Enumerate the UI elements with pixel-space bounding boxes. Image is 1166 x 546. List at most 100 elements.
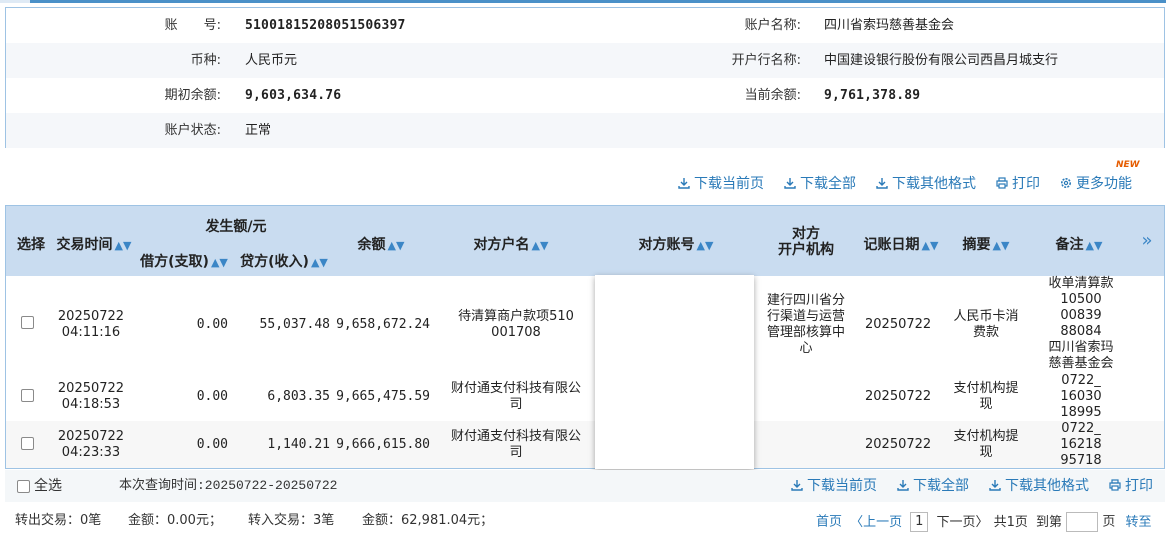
download-all-link[interactable]: 下载全部: [784, 174, 856, 194]
row-remark-line1: 收单清算款: [1048, 276, 1114, 291]
col-select: 选择: [17, 237, 45, 253]
opening-balance-label: 期初余额:: [164, 88, 221, 103]
footer-download-all-link[interactable]: 下载全部: [897, 476, 969, 496]
row-counterparty-bank: 建行四川省分 行渠道与运营 管理部核算中 心: [758, 293, 854, 357]
account-info-panel: 账 号: 51001815208051506397 账户名称: 四川省索玛慈善基…: [5, 7, 1165, 148]
row-checkbox[interactable]: [21, 389, 34, 402]
in-count-text: 转入交易：3笔: [248, 513, 335, 528]
more-functions-link[interactable]: 更多功能: [1060, 174, 1132, 194]
info-row-balance: 期初余额: 9,603,634.76 当前余额: 9,761,378.89: [6, 78, 1164, 113]
footer-download-other-link[interactable]: 下载其他格式: [989, 476, 1089, 496]
col-summary[interactable]: 摘要 ▲▼: [961, 234, 1011, 254]
print-link[interactable]: 打印: [996, 174, 1040, 194]
col-credit-label: 贷方(收入): [240, 254, 309, 270]
row-summary-line2: 现: [979, 397, 993, 412]
sort-icon: ▲▼: [921, 239, 939, 252]
row-bank-line4: 心: [799, 341, 813, 356]
row-bank-line1: 建行四川省分: [766, 293, 845, 308]
row-credit: 1,140.21: [267, 437, 330, 452]
row-counterparty-name-line1: 财付通支付科技有限公: [450, 381, 581, 396]
row-summary: 人民币卡消 费款: [946, 309, 1026, 341]
info-row-currency: 币种: 人民币元 开户行名称: 中国建设银行股份有限公司西昌月城支行: [6, 43, 1164, 78]
pager: 首页 〈上一页 1 下一页〉 共1页 到第 页 转至: [816, 512, 1152, 532]
row-time-text: 04:18:53: [61, 397, 121, 412]
transactions-table: 选择 交易时间 ▲▼ 发生额/元 借方(支取) ▲▼ 贷方(收入) ▲▼ 余额 ▲▼ 对…: [5, 205, 1165, 469]
total-pages-text: 共1页: [993, 514, 1028, 530]
col-counterparty-name[interactable]: 对方户名 ▲▼: [466, 234, 556, 254]
goto-button[interactable]: 转至: [1125, 515, 1151, 530]
footer-print-link[interactable]: 打印: [1109, 476, 1153, 496]
current-balance-label: 当前余额:: [744, 88, 801, 103]
prev-page-link[interactable]: 〈上一页: [850, 515, 902, 530]
download-page-label: 下载当前页: [694, 176, 764, 192]
row-credit: 6,803.35: [267, 389, 330, 404]
col-counterparty-account[interactable]: 对方账号 ▲▼: [631, 234, 721, 254]
in-amount-text: 金额：62,981.04元；: [362, 513, 494, 528]
bank-value: 中国建设银行股份有限公司西昌月城支行: [824, 53, 1059, 68]
first-page-link[interactable]: 首页: [816, 515, 842, 530]
row-time: 20250722 04:18:53: [56, 381, 126, 413]
opening-balance-value: 9,603,634.76: [245, 88, 342, 103]
redaction-overlay: [595, 275, 754, 469]
row-counterparty-name: 待清算商户款项510 001708: [446, 309, 586, 341]
new-badge: NEW: [1116, 160, 1140, 170]
row-summary-line1: 人民币卡消: [953, 309, 1019, 324]
col-balance-label: 余额: [357, 237, 386, 253]
account-no-value: 51001815208051506397: [245, 18, 406, 33]
scroll-right-arrow-icon[interactable]: »: [1134, 230, 1160, 251]
table-header: 选择 交易时间 ▲▼ 发生额/元 借方(支取) ▲▼ 贷方(收入) ▲▼ 余额 ▲▼ 对…: [6, 206, 1164, 276]
col-summary-label: 摘要: [962, 237, 991, 253]
top-tab-stub: [0, 0, 30, 3]
col-counterparty-bank-line1: 对方: [792, 226, 820, 242]
row-remark-line2: 10500: [1060, 292, 1102, 307]
download-icon: [989, 480, 1001, 491]
download-icon: [678, 178, 690, 189]
account-name-value: 四川省索玛慈善基金会: [824, 18, 955, 33]
row-remark-line6: 慈善基金会: [1048, 356, 1114, 371]
row-credit: 55,037.48: [259, 317, 330, 332]
col-counterparty-bank-line2: 开户机构: [778, 242, 834, 258]
footer-download-all-label: 下载全部: [913, 478, 969, 494]
row-post-date: 20250722: [865, 389, 932, 404]
col-credit[interactable]: 贷方(收入) ▲▼: [239, 251, 329, 271]
col-debit[interactable]: 借方(支取) ▲▼: [139, 251, 229, 271]
sort-icon: ▲▼: [992, 239, 1010, 252]
col-remark-label: 备注: [1055, 237, 1084, 253]
row-summary-line1: 支付机构提: [953, 381, 1019, 396]
row-time-text: 04:11:16: [61, 325, 121, 340]
col-counterparty-bank: 对方 开户机构: [761, 226, 851, 258]
col-remark[interactable]: 备注 ▲▼: [1054, 234, 1104, 254]
gear-icon: [1061, 178, 1071, 188]
col-balance[interactable]: 余额 ▲▼: [351, 234, 411, 254]
table-row: 20250722 04:23:33 0.00 1,140.21 9,666,61…: [6, 421, 1164, 468]
row-date-text: 20250722: [57, 429, 125, 444]
footer-download-page-link[interactable]: 下载当前页: [791, 476, 877, 496]
row-summary-line1: 支付机构提: [953, 429, 1019, 444]
col-counterparty-name-label: 对方户名: [473, 237, 530, 253]
col-amount-group: 发生额/元: [205, 219, 267, 235]
printer-icon: [996, 177, 1008, 189]
col-counterparty-account-label: 对方账号: [638, 237, 695, 253]
printer-icon: [1109, 479, 1121, 491]
next-page-link[interactable]: 下一页〉: [936, 515, 988, 530]
row-checkbox[interactable]: [21, 316, 34, 329]
select-all-checkbox[interactable]: [17, 480, 30, 493]
row-remark-line1: 0722_: [1061, 373, 1101, 388]
goto-page-input[interactable]: [1066, 512, 1099, 532]
sort-icon: ▲▼: [696, 239, 714, 252]
row-remark-line3: 00839: [1060, 308, 1102, 323]
more-functions-label: 更多功能: [1076, 176, 1132, 192]
sort-icon: ▲▼: [310, 256, 328, 269]
row-counterparty-name-line2: 司: [509, 445, 523, 460]
download-icon: [876, 178, 888, 189]
col-time[interactable]: 交易时间 ▲▼: [54, 234, 134, 254]
sort-icon: ▲▼: [531, 239, 549, 252]
col-post-date[interactable]: 记账日期 ▲▼: [861, 234, 941, 254]
row-checkbox[interactable]: [21, 437, 34, 450]
row-counterparty-name-line2: 001708: [491, 325, 541, 340]
download-page-link[interactable]: 下载当前页: [678, 174, 764, 194]
row-remark-line3: 18995: [1060, 405, 1102, 420]
download-other-link[interactable]: 下载其他格式: [876, 174, 976, 194]
row-remark-line1: 0722_: [1061, 421, 1101, 436]
col-debit-label: 借方(支取): [140, 254, 209, 270]
